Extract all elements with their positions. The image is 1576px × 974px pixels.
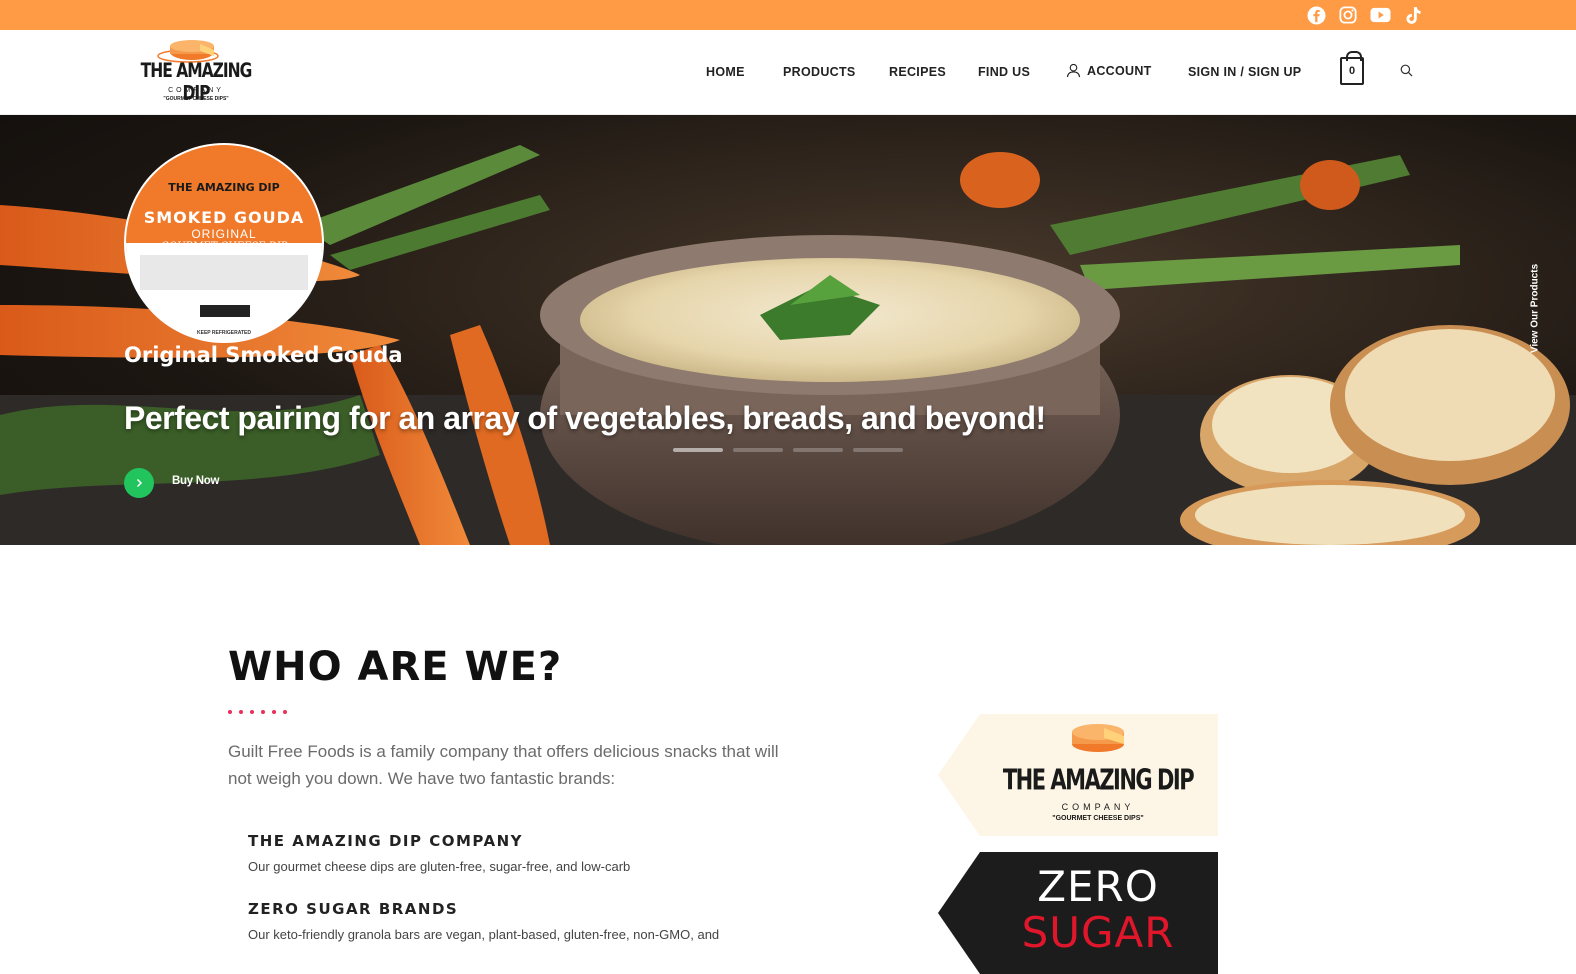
section-title: WHO ARE WE? <box>228 644 563 690</box>
user-icon <box>1066 63 1081 78</box>
buy-now-button[interactable] <box>124 468 154 498</box>
hero-product-name: Original Smoked Gouda <box>124 343 403 367</box>
badge-amazing-dip-company: COMPANY <box>1061 802 1135 812</box>
logo-tagline: "GOURMET CHEESE DIPS" <box>163 96 229 102</box>
badge-amazing-dip-text: THE AMAZING DIP <box>1002 763 1195 797</box>
hero-headline: Perfect pairing for an array of vegetabl… <box>124 400 1046 436</box>
brand-desc-amazing-dip: Our gourmet cheese dips are gluten-free,… <box>248 859 631 874</box>
slider-dot-2[interactable] <box>733 448 783 452</box>
brand-logo[interactable]: THE AMAZING DIP COMPANY "GOURMET CHEESE … <box>140 36 252 106</box>
view-products-link[interactable]: View Our Products <box>1530 264 1541 354</box>
nav-find-us[interactable]: FIND US <box>978 65 1030 79</box>
chevron-right-icon <box>136 478 143 488</box>
brand-desc-zero-sugar: Our keto-friendly granola bars are vegan… <box>248 927 720 942</box>
top-bar <box>0 0 1576 30</box>
hero-slider: THE AMAZING DIP SMOKED GOUDA ORIGINAL GO… <box>0 115 1576 545</box>
nav-signin[interactable]: SIGN IN / SIGN UP <box>1188 65 1301 79</box>
site-header: THE AMAZING DIP COMPANY "GOURMET CHEESE … <box>0 30 1576 115</box>
badge-zero-text: ZERO <box>1037 862 1159 911</box>
nav-account-label: ACCOUNT <box>1087 63 1152 78</box>
buy-now-label[interactable]: Buy Now <box>172 475 219 487</box>
search-icon[interactable] <box>1400 64 1413 82</box>
zero-sugar-badge[interactable]: ZERO SUGAR <box>938 852 1218 974</box>
slider-dot-4[interactable] <box>853 448 903 452</box>
title-divider <box>228 710 287 714</box>
label-keep: KEEP REFRIGERATED <box>197 330 251 336</box>
intro-text: Guilt Free Foods is a family company tha… <box>228 742 779 788</box>
brand-heading-zero-sugar: ZERO SUGAR BRANDS <box>248 900 459 918</box>
instagram-icon[interactable] <box>1337 4 1359 26</box>
youtube-icon[interactable] <box>1369 4 1391 26</box>
nav-products[interactable]: PRODUCTS <box>783 65 856 79</box>
label-brand: THE AMAZING DIP <box>168 181 280 194</box>
label-flavor: SMOKED GOUDA <box>143 208 305 227</box>
badge-amazing-dip-tagline: "GOURMET CHEESE DIPS" <box>1052 815 1144 822</box>
cart-button[interactable]: 0 <box>1340 51 1364 85</box>
label-sub: ORIGINAL <box>191 227 257 241</box>
nav-account[interactable]: ACCOUNT <box>1066 63 1152 78</box>
badge-sugar-text: SUGAR <box>1021 908 1175 957</box>
amazing-dip-badge[interactable]: THE AMAZING DIP COMPANY "GOURMET CHEESE … <box>938 714 1218 836</box>
cart-count: 0 <box>1348 65 1356 77</box>
logo-company: COMPANY <box>168 87 224 94</box>
tiktok-icon[interactable] <box>1402 4 1424 26</box>
product-label: THE AMAZING DIP SMOKED GOUDA ORIGINAL GO… <box>124 153 324 336</box>
nav-recipes[interactable]: RECIPES <box>889 65 946 79</box>
slider-dot-1[interactable] <box>673 448 723 452</box>
brand-heading-amazing-dip: THE AMAZING DIP COMPANY <box>248 832 524 850</box>
label-cheese: GOURMET CHEESE DIP <box>160 241 288 252</box>
nav-home[interactable]: HOME <box>706 65 745 79</box>
facebook-icon[interactable] <box>1305 4 1327 26</box>
slider-dot-3[interactable] <box>793 448 843 452</box>
